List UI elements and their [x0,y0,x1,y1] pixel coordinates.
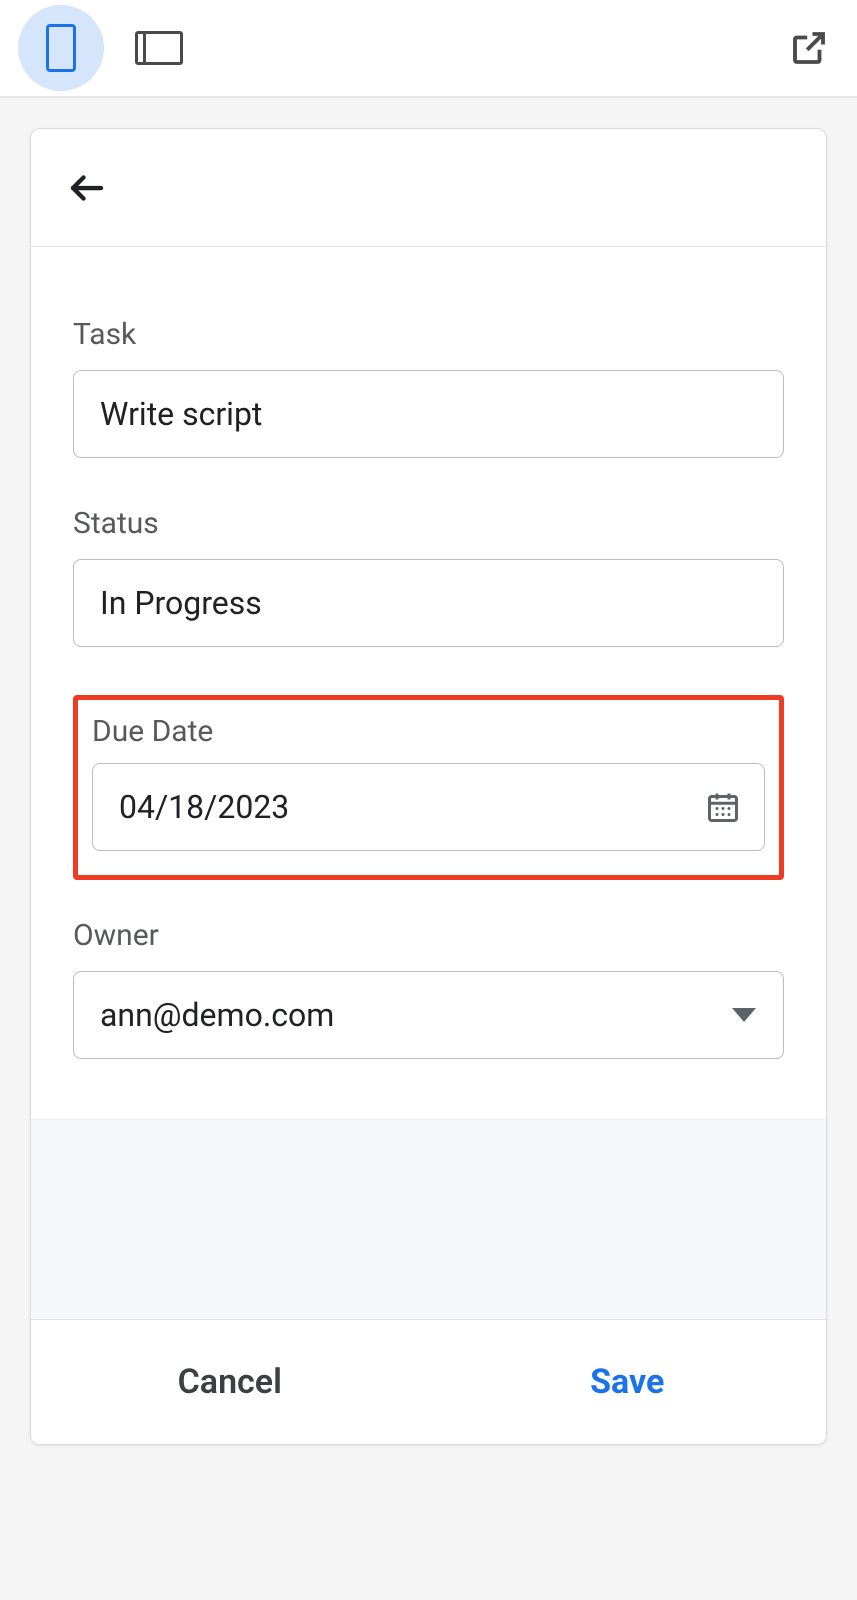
cancel-button[interactable]: Cancel [31,1320,429,1444]
task-field-group: Task [73,317,784,458]
open-external-button[interactable] [779,18,839,78]
owner-select[interactable] [73,971,784,1059]
owner-field-group: Owner [73,918,784,1059]
status-field-group: Status [73,506,784,647]
owner-label: Owner [73,918,784,953]
card-footer: Cancel Save [31,1319,826,1444]
back-button[interactable] [63,164,111,212]
content-area: Task Status Due Date [0,98,857,1445]
form-card: Task Status Due Date [30,128,827,1445]
phone-icon [46,24,76,72]
due-date-input-wrap [92,763,765,851]
mobile-view-button[interactable] [18,5,104,91]
arrow-left-icon [66,167,108,209]
top-toolbar [0,0,857,98]
card-header [31,129,826,247]
task-label: Task [73,317,784,352]
save-button[interactable]: Save [429,1320,827,1444]
due-date-input[interactable] [92,763,765,851]
footer-gap [31,1119,826,1319]
status-label: Status [73,506,784,541]
tablet-icon [135,31,183,65]
task-input[interactable] [73,370,784,458]
open-external-icon [788,27,830,69]
status-input[interactable] [73,559,784,647]
due-date-label: Due Date [92,714,765,749]
owner-select-wrap [73,971,784,1059]
due-date-highlight: Due Date [73,695,784,880]
tablet-view-button[interactable] [124,13,194,83]
form-body: Task Status Due Date [31,247,826,1119]
